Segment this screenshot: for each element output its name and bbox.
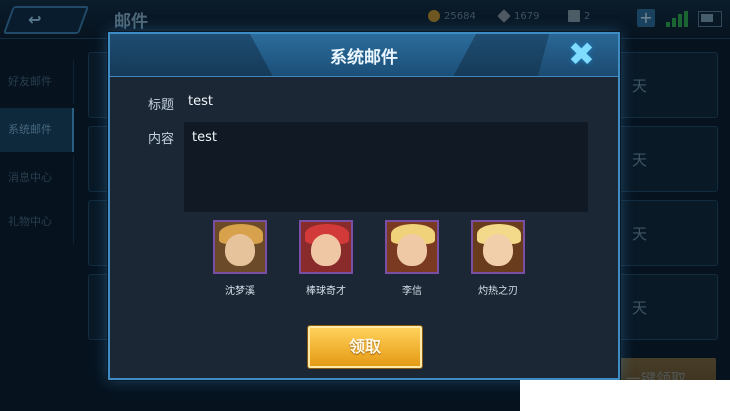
close-button[interactable]: ✖ (538, 34, 618, 76)
claim-button-label: 领取 (348, 337, 381, 356)
reward-item[interactable]: 李信 (382, 220, 442, 297)
hero-portrait-icon (213, 220, 267, 274)
hero-portrait-icon (471, 220, 525, 274)
content-box: test (184, 122, 588, 212)
content-label: 内容 (148, 132, 175, 147)
reward-name: 李信 (402, 286, 422, 297)
reward-list: 沈梦溪 棒球奇才 李信 灼热之刃 (110, 220, 618, 300)
reward-name: 沈梦溪 (225, 286, 255, 297)
hero-portrait-icon (299, 220, 353, 274)
subject-label: 标题 (148, 98, 175, 113)
content-value: test (192, 130, 217, 145)
hero-portrait-icon (385, 220, 439, 274)
system-mail-dialog: 系统邮件 ✖ 标题 test 内容 test 沈梦溪 棒球奇才 李信 灼热之刃 … (108, 32, 620, 380)
close-icon: ✖ (568, 35, 595, 73)
claim-button[interactable]: 领取 (308, 326, 422, 368)
reward-item[interactable]: 灼热之刃 (468, 220, 528, 297)
subject-value: test (188, 94, 213, 109)
dialog-header: 系统邮件 ✖ (110, 34, 618, 77)
reward-item[interactable]: 棒球奇才 (296, 220, 356, 297)
reward-name: 棒球奇才 (306, 286, 346, 297)
reward-name: 灼热之刃 (478, 286, 518, 297)
reward-item[interactable]: 沈梦溪 (210, 220, 270, 297)
watermark-area (520, 380, 730, 411)
